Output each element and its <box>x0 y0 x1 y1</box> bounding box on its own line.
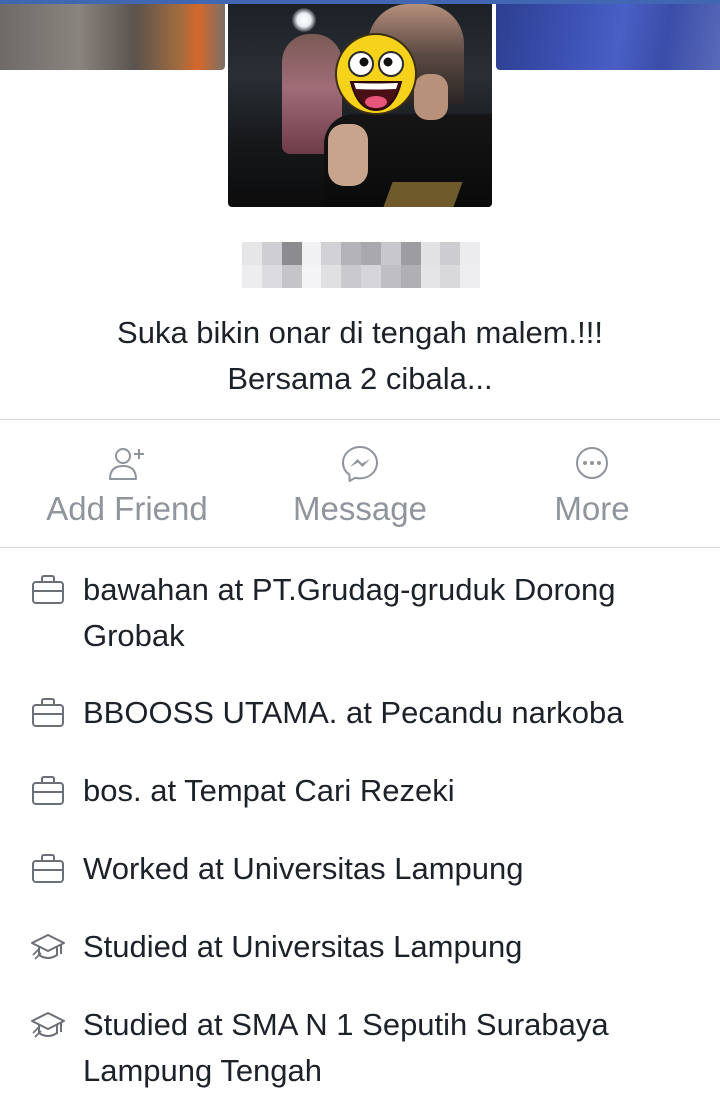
cover-photo-right-part <box>496 4 720 70</box>
profile-actions: Add Friend Message More <box>0 421 720 547</box>
graduation-cap-icon <box>31 934 65 960</box>
briefcase-icon <box>32 698 64 727</box>
briefcase-icon <box>32 776 64 805</box>
add-friend-icon <box>109 448 144 480</box>
messenger-icon <box>342 446 378 482</box>
more-icon <box>576 447 608 479</box>
message-button[interactable]: Message <box>240 421 480 547</box>
smiley-face-icon <box>335 33 417 115</box>
work-entry-text: bos. at Tempat Cari Rezeki <box>83 773 455 808</box>
education-entry-text: Studied at SMA N 1 Seputih Surabaya Lamp… <box>83 1007 609 1088</box>
profile-name-pixelated <box>242 242 480 288</box>
work-entry-text: BBOOSS UTAMA. at Pecandu narkoba <box>83 695 624 730</box>
briefcase-icon <box>32 854 64 883</box>
cover-photo-left-part <box>0 4 225 70</box>
more-label: More <box>554 490 630 527</box>
work-entry-text: Worked at Universitas Lampung <box>83 851 524 886</box>
photo-hand-raised <box>414 74 448 120</box>
work-entry-text: bawahan at PT.Grudag-gruduk Dorong Groba… <box>83 572 616 653</box>
profile-picture[interactable] <box>228 4 492 207</box>
education-entry-text: Studied at Universitas Lampung <box>83 929 523 964</box>
graduation-cap-icon <box>31 1012 65 1038</box>
bio-line-1: Suka bikin onar di tengah malem.!!! <box>117 315 603 350</box>
message-label: Message <box>293 490 427 527</box>
photo-shirt-print <box>383 182 463 207</box>
photo-hand <box>328 124 368 186</box>
profile-bio: Suka bikin onar di tengah malem.!!! Bers… <box>0 310 720 402</box>
bio-line-2: Bersama 2 cibala... <box>227 361 493 396</box>
briefcase-icon <box>32 575 64 604</box>
add-friend-button[interactable]: Add Friend <box>7 421 247 547</box>
more-button[interactable]: More <box>472 421 712 547</box>
add-friend-label: Add Friend <box>46 490 208 527</box>
divider-top <box>0 419 720 420</box>
photo-street-lamp <box>292 8 316 32</box>
divider-bottom <box>0 547 720 548</box>
